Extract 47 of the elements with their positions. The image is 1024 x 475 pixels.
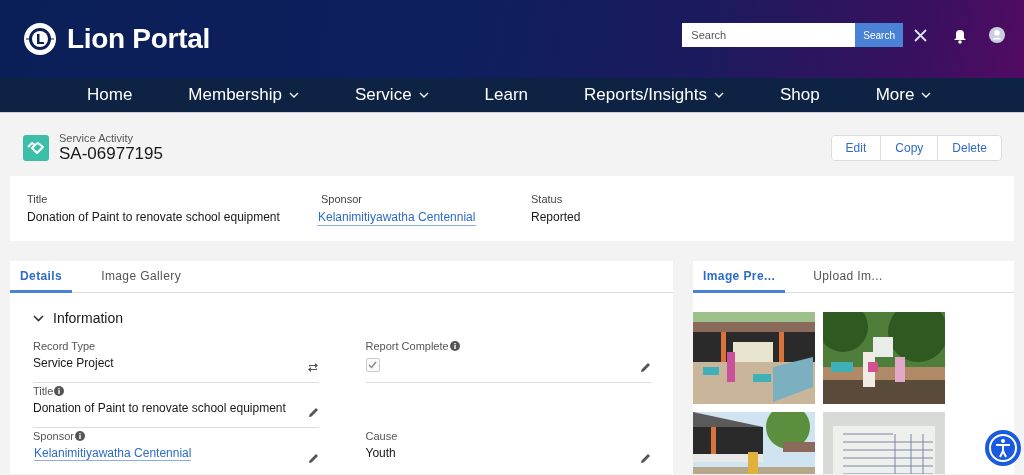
field-label: Record Type [33,340,96,352]
pencil-icon[interactable] [307,407,319,418]
field-label: Title [33,385,54,397]
search-field[interactable]: Search [682,23,856,47]
field-value: Youth [365,446,396,460]
tab[interactable]: Image Pre... [693,261,786,293]
field-label: Report Complete [365,340,449,352]
field-label: Sponsor [321,193,363,205]
change-record-type-icon[interactable] [306,362,319,373]
record-id: SA-06977195 [59,144,163,164]
field-value: Service Project [33,356,114,370]
info-icon[interactable] [449,341,460,351]
action-button[interactable]: Delete [937,136,1001,160]
tab[interactable]: Upload Im... [785,261,883,293]
search-button[interactable]: Search [855,23,903,47]
tab[interactable]: Image Gallery [72,261,182,293]
nav-menu-item[interactable]: Membership [188,85,299,105]
close-icon[interactable] [914,28,927,42]
field-label: Cause [365,430,398,442]
nav-menu-item[interactable]: More [875,85,932,105]
info-icon[interactable] [75,431,85,441]
nav-menu-item[interactable]: Reports/Insights [584,85,724,105]
portal-title: Lion Portal [67,23,210,55]
nav-menu-item[interactable]: Shop [779,85,820,105]
tab[interactable]: Details [10,261,73,293]
sponsor-link[interactable]: Kelanimitiyawatha Centennial [317,210,477,226]
field-value: Donation of Paint to renovate school equipment [27,210,281,224]
nav-menu-item[interactable]: Home [87,85,133,105]
pencil-icon[interactable] [640,362,651,373]
user-avatar-icon[interactable] [989,27,1005,43]
record-type-label: Service Activity [59,132,134,144]
field-value: Donation of Paint to renovate school equipment [33,401,286,415]
sponsor-link[interactable]: Kelanimitiyawatha Centennial [34,446,192,461]
accessibility-icon[interactable] [985,430,1021,466]
chevron-down-icon[interactable] [33,314,44,322]
field-label: Status [531,193,564,205]
field-value: Reported [531,210,582,224]
lions-emblem-icon [22,21,58,57]
pencil-icon[interactable] [640,453,651,464]
nav-menu-item[interactable]: Learn [484,85,529,105]
section-title: Information [53,310,124,326]
info-icon[interactable] [54,386,65,396]
pencil-icon[interactable] [307,453,319,464]
field-label: Sponsor [33,430,74,442]
nav-menu-item[interactable]: Service [354,85,429,105]
field-label: Title [27,193,49,205]
notification-bell-icon[interactable] [953,28,967,44]
